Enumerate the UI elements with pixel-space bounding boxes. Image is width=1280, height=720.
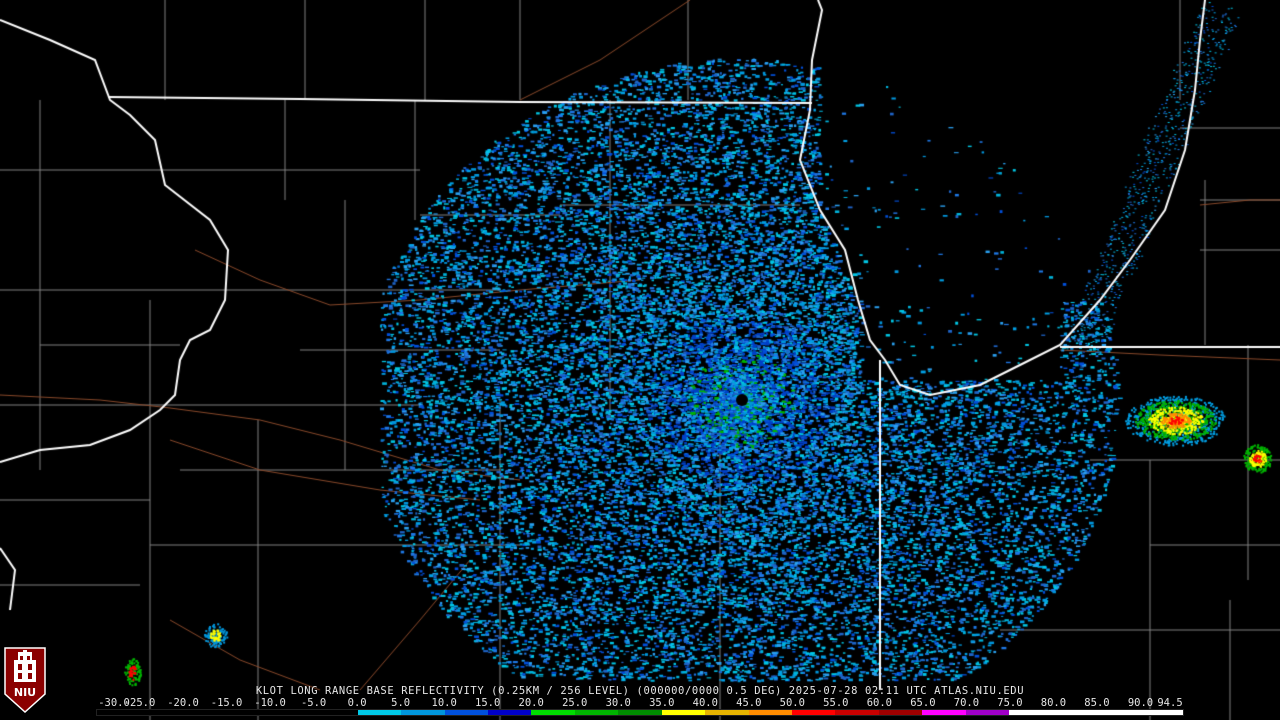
colorbar-segment: [97, 710, 141, 715]
colorbar-segment: [357, 710, 402, 715]
colorbar-segment: [487, 710, 532, 715]
colorbar-segment: [1096, 710, 1140, 715]
colorbar-segment: [401, 710, 445, 715]
colorbar-tick-label: 25.0: [562, 697, 588, 709]
colorbar-segment: [965, 710, 1010, 715]
colorbar-tick-label: -20.0: [167, 697, 199, 709]
colorbar-segment: [444, 710, 488, 715]
colorbar-tick-label: 15.0: [475, 697, 501, 709]
colorbar-segment: [748, 710, 792, 715]
colorbar-tick-label: -5.0: [300, 697, 327, 709]
colorbar-tick-label: 94.5: [1157, 697, 1183, 709]
colorbar-tick-label: 45.0: [736, 697, 762, 709]
colorbar-tick-label: 85.0: [1084, 697, 1110, 709]
colorbar-tick-label: 20.0: [518, 697, 544, 709]
colorbar-segment: [835, 710, 879, 715]
colorbar-segment: [574, 710, 619, 715]
colorbar-tick-label: 75.0: [997, 697, 1023, 709]
colorbar-segment: [140, 710, 184, 715]
colorbar-segment: [878, 710, 923, 715]
colorbar-segment: [661, 710, 706, 715]
colorbar-segment: [705, 710, 749, 715]
colorbar-tick-labels: -30.0 -25.0 -20.0 -15.0 -10.0 -5.0 0.0 5.0 10.0 1…: [0, 697, 1280, 709]
colorbar: [96, 709, 1184, 716]
product-caption: KLOT LONG RANGE BASE REFLECTIVITY (0.25K…: [255, 685, 1025, 697]
colorbar-tick-label: -25.0: [123, 697, 156, 709]
colorbar-segment: [618, 710, 662, 715]
colorbar-tick-label: 35.0: [649, 697, 675, 709]
colorbar-tick-label: 55.0: [823, 697, 849, 709]
colorbar-segment: [792, 710, 836, 715]
colorbar-tick-label: 70.0: [953, 697, 980, 709]
colorbar-tick-label: 10.0: [431, 697, 457, 709]
radar-reflectivity-map: [0, 0, 1280, 720]
colorbar-segment: [227, 710, 271, 715]
colorbar-tick-label: 65.0: [910, 697, 936, 709]
colorbar-tick-label: -15.0: [210, 697, 243, 709]
colorbar-tick-label: 30.0: [605, 697, 631, 709]
colorbar-tick-label: -10.0: [254, 697, 286, 709]
colorbar-tick-label: 90.0: [1127, 697, 1154, 709]
colorbar-tick-label: 50.0: [779, 697, 805, 709]
colorbar-segment: [531, 710, 575, 715]
colorbar-tick-label: 80.0: [1040, 697, 1067, 709]
colorbar-segment: [314, 710, 358, 715]
colorbar-tick-label: 60.0: [866, 697, 893, 709]
colorbar-segment: [1052, 710, 1097, 715]
colorbar-tick-label: 5.0: [391, 697, 411, 709]
colorbar-segment: [922, 710, 966, 715]
colorbar-tick-label: 0.0: [347, 697, 367, 709]
colorbar-segment: [1009, 710, 1053, 715]
colorbar-segment: [270, 710, 315, 715]
colorbar-segment: [183, 710, 228, 715]
colorbar-segment: [1139, 710, 1183, 715]
colorbar-tick-label: 40.0: [692, 697, 718, 709]
